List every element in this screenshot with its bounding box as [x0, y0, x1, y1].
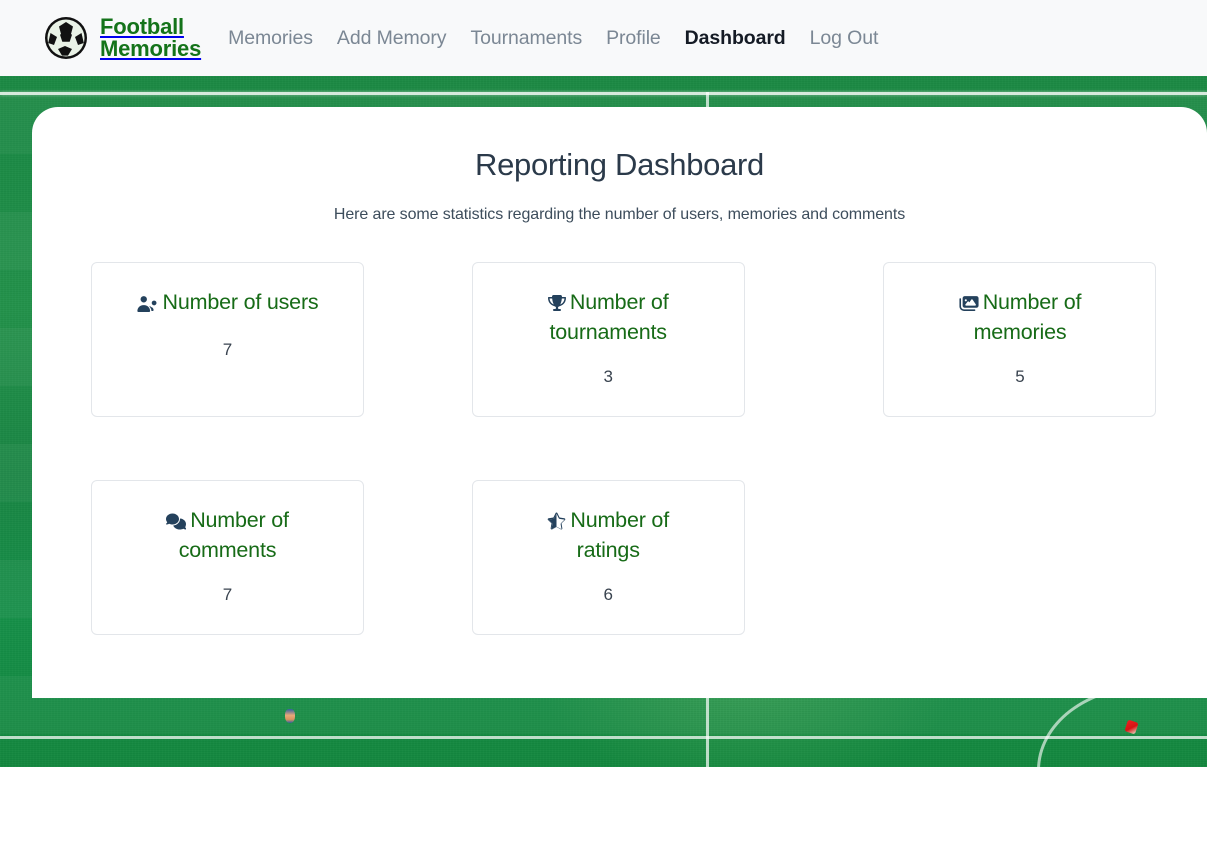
brand-logo-link[interactable]: Football Memories [44, 16, 201, 61]
stat-card-value: 7 [223, 585, 232, 605]
brand-title: Football Memories [100, 16, 201, 61]
nav-item-tournaments[interactable]: Tournaments [470, 27, 582, 50]
stat-card-label: Number of comments [179, 508, 289, 562]
stat-card-value: 6 [603, 585, 612, 605]
page-title: Reporting Dashboard [32, 147, 1207, 183]
comments-icon [166, 510, 186, 537]
nav-item-profile[interactable]: Profile [606, 27, 661, 50]
stat-card-label: Number of users [163, 290, 319, 314]
brand-line-2: Memories [100, 36, 201, 61]
stat-card-users[interactable]: Number of users 7 [91, 262, 364, 417]
users-icon [137, 292, 159, 319]
stat-card-label: Number of ratings [570, 508, 669, 562]
stat-card-memories[interactable]: Number of memories 5 [883, 262, 1156, 417]
stat-card-tournaments[interactable]: Number of tournaments 3 [472, 262, 745, 417]
stat-card-title: Number of comments [135, 507, 321, 564]
trophy-icon [548, 292, 566, 319]
stats-row-2: Number of comments 7 [32, 480, 1207, 635]
star-half-icon [547, 510, 566, 537]
stat-card-title: Number of users [135, 289, 321, 319]
soccer-ball-icon [44, 16, 88, 60]
stat-card-title: Number of memories [927, 289, 1113, 346]
pitch-lower-line [0, 736, 1207, 739]
page-subtitle: Here are some statistics regarding the n… [32, 206, 1207, 224]
pitch-halfway-line [0, 92, 1207, 95]
content-panel: Reporting Dashboard Here are some statis… [32, 107, 1207, 698]
nav-item-log-out[interactable]: Log Out [810, 27, 879, 50]
stat-card-title: Number of tournaments [515, 289, 701, 346]
top-navbar: Football Memories Memories Add Memory To… [0, 0, 1207, 76]
nav-item-add-memory[interactable]: Add Memory [337, 27, 447, 50]
nav-item-memories[interactable]: Memories [228, 27, 313, 50]
stat-card-value: 3 [603, 367, 612, 387]
player-figure-blue [285, 709, 295, 723]
nav-links: Memories Add Memory Tournaments Profile … [228, 27, 878, 50]
images-icon [959, 292, 979, 319]
brand-line-1: Football [100, 14, 184, 39]
stat-card-value: 7 [223, 340, 232, 360]
stat-card-value: 5 [1015, 367, 1024, 387]
stat-card-title: Number of ratings [515, 507, 701, 564]
stat-card-label: Number of memories [974, 290, 1082, 344]
stats-row-1: Number of users 7 Number of tournaments … [32, 262, 1207, 417]
nav-item-dashboard[interactable]: Dashboard [685, 27, 786, 50]
stat-card-comments[interactable]: Number of comments 7 [91, 480, 364, 635]
stats-grid: Number of users 7 Number of tournaments … [32, 262, 1207, 635]
stat-card-label: Number of tournaments [550, 290, 669, 344]
stat-card-ratings[interactable]: Number of ratings 6 [472, 480, 745, 635]
